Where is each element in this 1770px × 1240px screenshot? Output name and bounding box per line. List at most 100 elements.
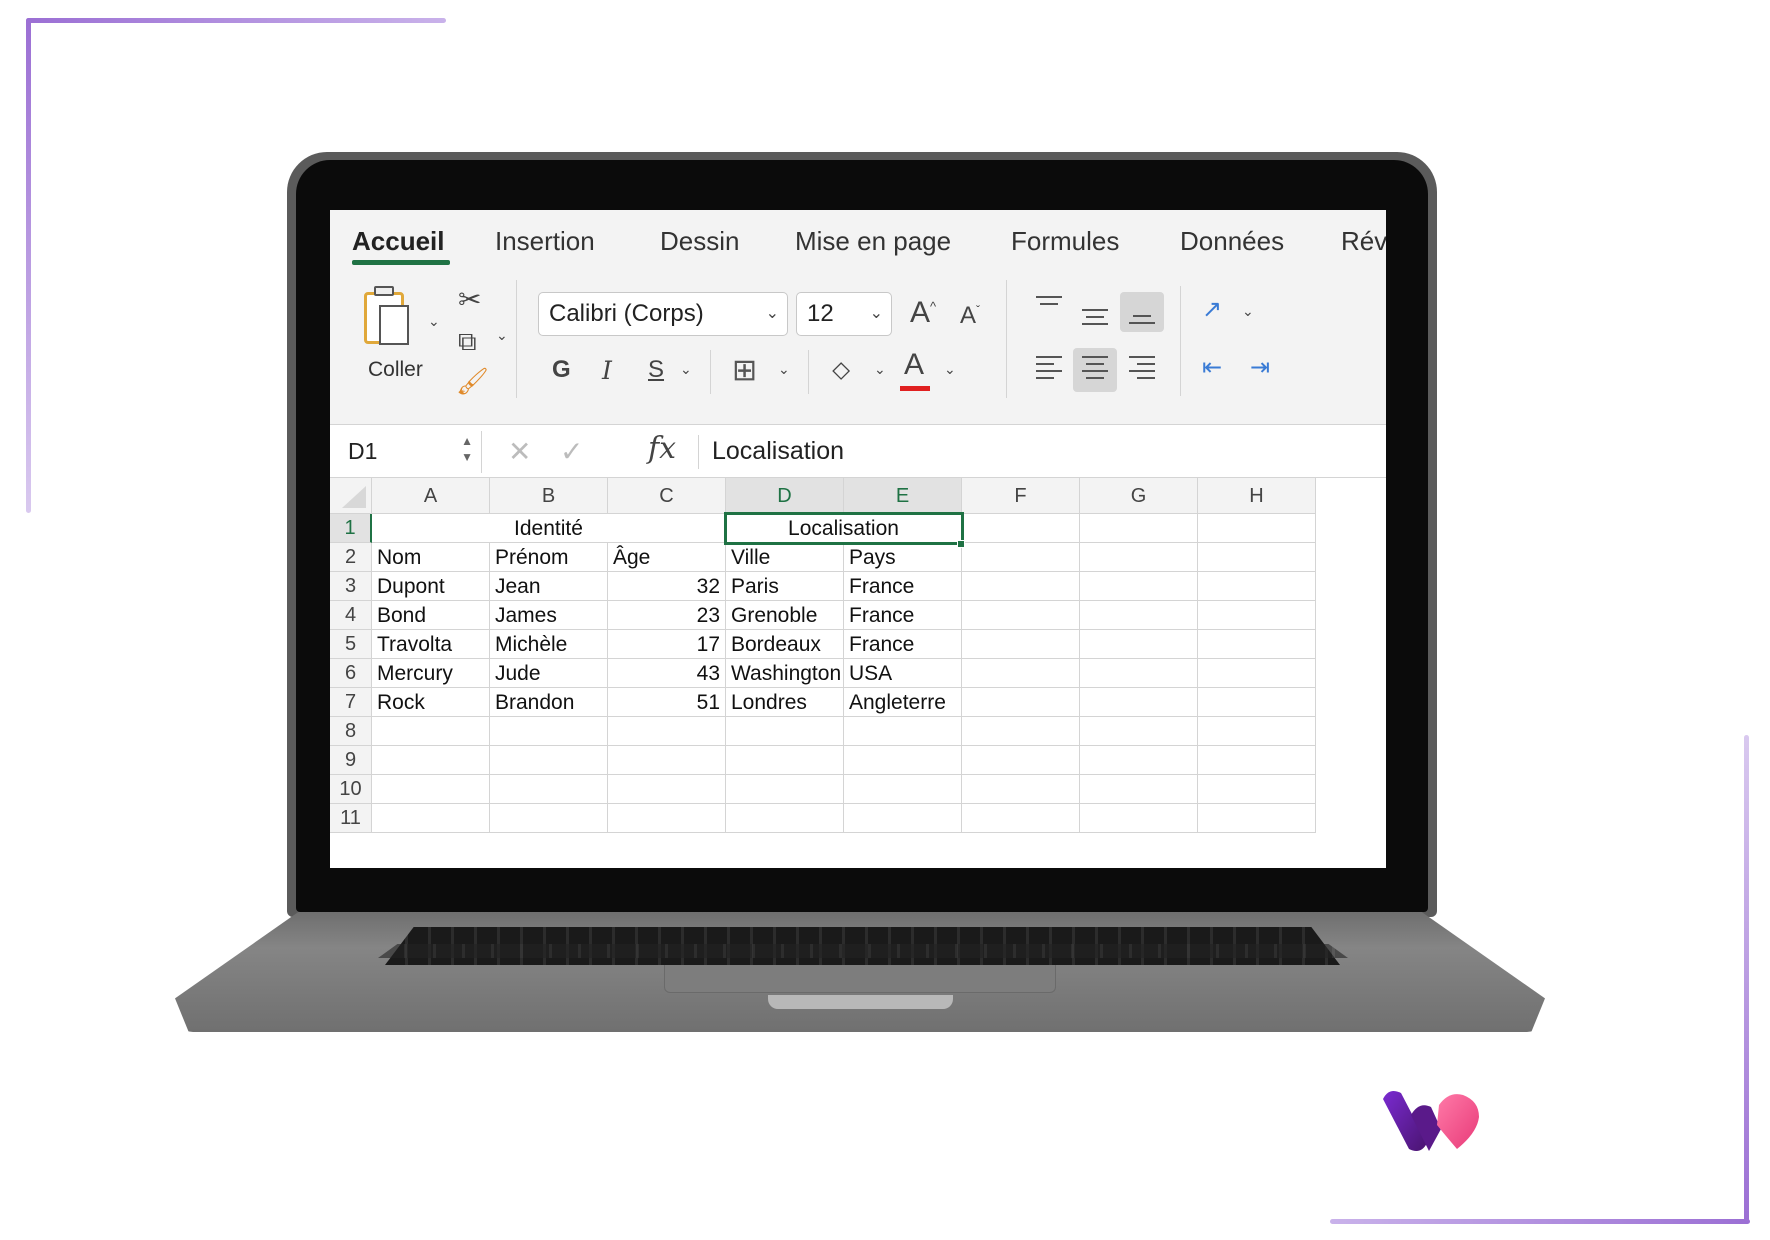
chevron-down-icon[interactable]: ⌄ xyxy=(496,328,508,342)
empty-cell[interactable] xyxy=(844,717,962,746)
copy-icon[interactable]: ⧉ xyxy=(458,328,477,354)
table-cell[interactable]: 43 xyxy=(608,659,726,688)
cell-c2[interactable]: Âge xyxy=(608,543,726,572)
bold-button[interactable]: G xyxy=(552,358,571,382)
scissors-icon[interactable]: ✂ xyxy=(458,286,481,314)
table-cell[interactable]: Mercury xyxy=(372,659,490,688)
cell-h1[interactable] xyxy=(1198,514,1316,543)
empty-cell[interactable] xyxy=(726,746,844,775)
cell-d2[interactable]: Ville xyxy=(726,543,844,572)
decrease-indent-icon[interactable]: ⇤ xyxy=(1202,356,1222,380)
empty-cell[interactable] xyxy=(1198,775,1316,804)
align-middle-icon[interactable] xyxy=(1082,302,1108,330)
empty-cell[interactable] xyxy=(1080,630,1198,659)
table-cell[interactable]: Jude xyxy=(490,659,608,688)
chevron-down-icon[interactable]: ⌄ xyxy=(680,362,692,376)
empty-cell[interactable] xyxy=(726,804,844,833)
fill-handle[interactable] xyxy=(957,540,965,548)
chevron-down-icon[interactable]: ⌄ xyxy=(874,362,886,376)
row-header-8[interactable]: 8 xyxy=(330,717,372,746)
chevron-down-icon[interactable]: ⌄ xyxy=(944,362,956,376)
tab-accueil[interactable]: Accueil xyxy=(352,226,445,257)
format-painter-icon[interactable]: 🖌 xyxy=(456,368,489,394)
borders-icon[interactable]: ⊞ xyxy=(732,356,757,386)
empty-cell[interactable] xyxy=(962,572,1080,601)
insert-function-button[interactable]: fx xyxy=(648,431,676,466)
empty-cell[interactable] xyxy=(1080,688,1198,717)
empty-cell[interactable] xyxy=(490,804,608,833)
table-cell[interactable]: Michèle xyxy=(490,630,608,659)
empty-cell[interactable] xyxy=(1198,804,1316,833)
empty-cell[interactable] xyxy=(1080,543,1198,572)
table-cell[interactable]: Bordeaux xyxy=(726,630,844,659)
align-left-icon[interactable] xyxy=(1036,356,1062,384)
tab-formules[interactable]: Formules xyxy=(1011,226,1119,257)
empty-cell[interactable] xyxy=(1198,572,1316,601)
empty-cell[interactable] xyxy=(608,746,726,775)
name-box[interactable]: D1 ▲ ▼ xyxy=(330,431,482,473)
tab-insertion[interactable]: Insertion xyxy=(495,226,595,257)
empty-cell[interactable] xyxy=(962,717,1080,746)
empty-cell[interactable] xyxy=(962,543,1080,572)
empty-cell[interactable] xyxy=(372,746,490,775)
tab-donnees[interactable]: Données xyxy=(1180,226,1284,257)
text-orientation-icon[interactable]: ↗ xyxy=(1202,298,1222,322)
row-header-6[interactable]: 6 xyxy=(330,659,372,688)
empty-cell[interactable] xyxy=(1080,804,1198,833)
table-cell[interactable]: Dupont xyxy=(372,572,490,601)
empty-cell[interactable] xyxy=(962,688,1080,717)
table-cell[interactable]: 17 xyxy=(608,630,726,659)
row-header-4[interactable]: 4 xyxy=(330,601,372,630)
row-header-7[interactable]: 7 xyxy=(330,688,372,717)
row-header-5[interactable]: 5 xyxy=(330,630,372,659)
table-cell[interactable]: 23 xyxy=(608,601,726,630)
italic-button[interactable]: I xyxy=(602,358,612,383)
column-header-d[interactable]: D xyxy=(726,478,844,514)
empty-cell[interactable] xyxy=(490,775,608,804)
chevron-down-icon[interactable]: ⌄ xyxy=(428,314,440,328)
empty-cell[interactable] xyxy=(962,746,1080,775)
table-cell[interactable]: Brandon xyxy=(490,688,608,717)
chevron-down-icon[interactable]: ⌄ xyxy=(1242,304,1254,318)
empty-cell[interactable] xyxy=(1080,746,1198,775)
name-box-stepper-icon[interactable]: ▲ ▼ xyxy=(461,433,473,465)
empty-cell[interactable] xyxy=(608,717,726,746)
empty-cell[interactable] xyxy=(1198,601,1316,630)
empty-cell[interactable] xyxy=(1198,688,1316,717)
formula-input[interactable]: Localisation xyxy=(712,437,844,466)
tab-mise-en-page[interactable]: Mise en page xyxy=(795,226,951,257)
merged-header-identite[interactable]: Identité xyxy=(372,514,726,543)
empty-cell[interactable] xyxy=(962,630,1080,659)
table-cell[interactable]: France xyxy=(844,572,962,601)
table-cell[interactable]: France xyxy=(844,630,962,659)
empty-cell[interactable] xyxy=(1080,601,1198,630)
row-header-10[interactable]: 10 xyxy=(330,775,372,804)
empty-cell[interactable] xyxy=(1080,659,1198,688)
table-cell[interactable]: Washington xyxy=(726,659,844,688)
fill-color-icon[interactable]: ⬦ xyxy=(832,356,850,382)
column-header-e[interactable]: E xyxy=(844,478,962,514)
column-header-a[interactable]: A xyxy=(372,478,490,514)
table-cell[interactable]: Rock xyxy=(372,688,490,717)
table-cell[interactable]: Bond xyxy=(372,601,490,630)
tab-revision[interactable]: Rév xyxy=(1341,226,1386,257)
empty-cell[interactable] xyxy=(844,804,962,833)
table-cell[interactable]: France xyxy=(844,601,962,630)
empty-cell[interactable] xyxy=(1080,775,1198,804)
font-size-select[interactable]: 12 ⌄ xyxy=(796,292,892,336)
cell-g1[interactable] xyxy=(1080,514,1198,543)
empty-cell[interactable] xyxy=(844,746,962,775)
table-cell[interactable]: Londres xyxy=(726,688,844,717)
table-cell[interactable]: 32 xyxy=(608,572,726,601)
empty-cell[interactable] xyxy=(726,775,844,804)
merged-header-localisation[interactable]: Localisation xyxy=(726,514,962,543)
row-header-9[interactable]: 9 xyxy=(330,746,372,775)
table-cell[interactable]: Travolta xyxy=(372,630,490,659)
empty-cell[interactable] xyxy=(726,717,844,746)
table-cell[interactable]: USA xyxy=(844,659,962,688)
underline-button[interactable]: S xyxy=(648,358,664,382)
empty-cell[interactable] xyxy=(608,804,726,833)
empty-cell[interactable] xyxy=(372,717,490,746)
empty-cell[interactable] xyxy=(1080,717,1198,746)
table-cell[interactable]: Jean xyxy=(490,572,608,601)
